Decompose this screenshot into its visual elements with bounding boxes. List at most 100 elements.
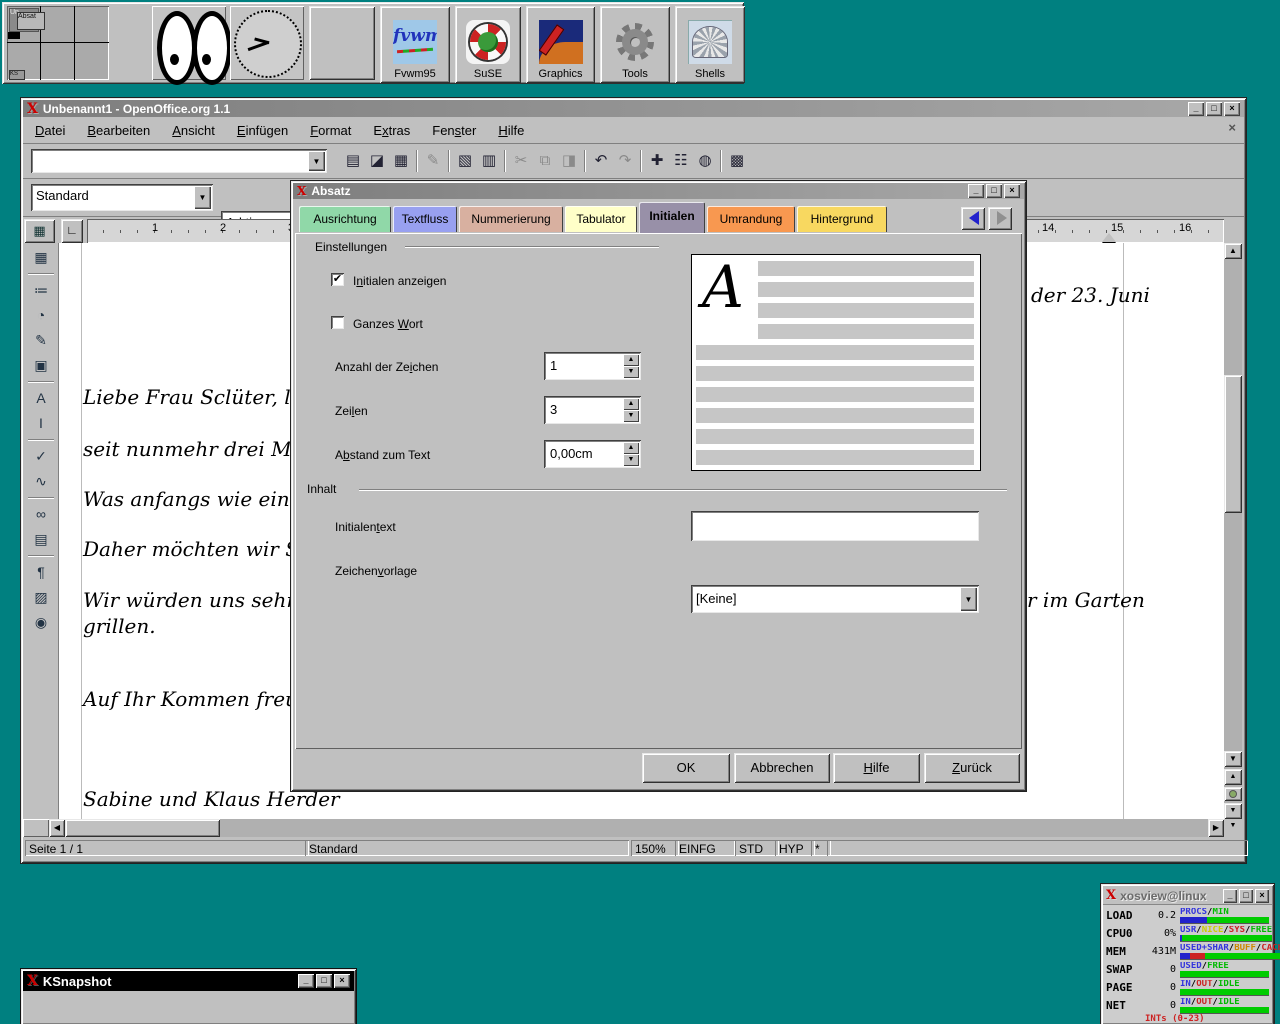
scroll-down-icon[interactable]: ▼ [1224, 751, 1242, 767]
open-icon[interactable]: ◪ [365, 149, 389, 173]
maximize-button[interactable]: □ [1206, 102, 1222, 116]
paragraph-style-combobox[interactable]: Standard ▼ [31, 184, 213, 211]
pager-mini-window-absatz[interactable]: Absat [17, 12, 45, 30]
fvwm-pager[interactable]: Un Absat KS [7, 6, 109, 80]
close-button[interactable]: × [1004, 184, 1020, 198]
cut-icon[interactable]: ✂ [509, 149, 533, 173]
spin-down-icon[interactable]: ▼ [623, 410, 639, 422]
maximize-button[interactable]: □ [1239, 889, 1253, 903]
autotext-icon[interactable]: A [27, 386, 55, 411]
spellcheck-icon[interactable]: ✓ [27, 444, 55, 469]
next-page-icon[interactable]: ▼▼ [1224, 803, 1242, 819]
launcher-suse[interactable]: SuSE [455, 6, 521, 83]
direct-cursor-icon[interactable]: I [27, 411, 55, 436]
menu-einfgen[interactable]: Einfügen [233, 121, 292, 140]
horizontal-scrollbar-thumb[interactable] [65, 819, 220, 837]
hyperlink-icon[interactable]: ◍ [693, 149, 717, 173]
whole-word-checkbox[interactable] [331, 316, 344, 329]
tab-scroll-right-button[interactable] [988, 207, 1012, 230]
ruler-corner-table-icon[interactable]: ▦ [24, 219, 55, 243]
right-indent-marker[interactable] [1102, 226, 1116, 242]
menu-format[interactable]: Format [306, 121, 355, 140]
document-text-line[interactable]: r im Garten [1027, 588, 1145, 612]
lines-spinner[interactable]: 3 ▲ ▼ [544, 396, 641, 424]
status-hyperlink-mode[interactable]: HYP [775, 840, 815, 856]
launcher-fvwm95[interactable]: fvwmFvwm95 [380, 6, 450, 83]
new-document-icon[interactable]: ▤ [341, 149, 365, 173]
horizontal-scrollbar[interactable]: ◀ ▶ [23, 819, 1224, 837]
tab-hintergrund[interactable]: Hintergrund [797, 206, 887, 232]
data-sources-icon[interactable]: ▤ [27, 527, 55, 552]
scroll-left-icon[interactable]: ◀ [49, 819, 65, 837]
char-style-combobox[interactable]: [Keine] ▼ [691, 585, 979, 613]
form-functions-icon[interactable]: ▣ [27, 353, 55, 378]
maximize-button[interactable]: □ [986, 184, 1002, 198]
tab-ausrichtung[interactable]: Ausrichtung [299, 206, 391, 232]
redo-icon[interactable]: ↷ [613, 149, 637, 173]
gallery-icon[interactable]: ▩ [725, 149, 749, 173]
minimize-button[interactable]: _ [1188, 102, 1204, 116]
chevron-down-icon[interactable]: ▼ [960, 587, 977, 611]
close-button[interactable]: × [334, 974, 350, 988]
vertical-scrollbar-thumb[interactable] [1224, 375, 1242, 513]
stylist-icon[interactable]: ☷ [669, 149, 693, 173]
vertical-scrollbar[interactable]: ▲ ▼ ▲▲ ▼▼ [1224, 243, 1242, 819]
status-template[interactable]: Standard [305, 840, 629, 856]
tab-textfluss[interactable]: Textfluss [393, 206, 457, 232]
spin-up-icon[interactable]: ▲ [623, 398, 639, 410]
abbrechen-button[interactable]: Abbrechen [734, 753, 830, 783]
zurck-button[interactable]: Zurück [924, 753, 1020, 783]
tab-tabulator[interactable]: Tabulator [565, 206, 637, 232]
document-text-line[interactable]: grillen. [83, 614, 156, 638]
distance-spinner[interactable]: 0,00cm ▲ ▼ [544, 440, 641, 468]
navigation-dot-button[interactable] [1224, 787, 1242, 801]
print-icon[interactable]: ▥ [477, 149, 501, 173]
paste-icon[interactable]: ◨ [557, 149, 581, 173]
menu-datei[interactable]: Datei [31, 121, 69, 140]
tab-scroll-left-button[interactable] [961, 207, 985, 230]
status-zoom[interactable]: 150% [631, 840, 679, 856]
spin-up-icon[interactable]: ▲ [623, 442, 639, 454]
pager-mini-window-ksnapshot[interactable]: KS [9, 70, 25, 80]
insert-object-icon[interactable]: ◔ [27, 303, 55, 328]
launcher-tools[interactable]: Tools [600, 6, 670, 83]
show-dropcaps-checkbox[interactable]: ✔ [331, 273, 344, 286]
undo-icon[interactable]: ↶ [589, 149, 613, 173]
insert-fields-icon[interactable]: ≔ [27, 278, 55, 303]
xosview-titlebar[interactable]: X xosview@linux _ □ × [1103, 886, 1272, 905]
spin-down-icon[interactable]: ▼ [623, 454, 639, 466]
hilfe-button[interactable]: Hilfe [833, 753, 920, 783]
spin-down-icon[interactable]: ▼ [623, 366, 639, 378]
chevron-down-icon[interactable]: ▼ [308, 151, 325, 171]
menu-extras[interactable]: Extras [369, 121, 414, 140]
online-layout-icon[interactable]: ◉ [27, 610, 55, 635]
close-button[interactable]: × [1224, 102, 1240, 116]
num-chars-spinner[interactable]: 1 ▲ ▼ [544, 352, 641, 380]
menu-ansicht[interactable]: Ansicht [168, 121, 219, 140]
pager-mini-window-small[interactable] [8, 32, 20, 39]
menu-hilfe[interactable]: Hilfe [494, 121, 528, 140]
dropcap-text-input[interactable] [691, 511, 979, 541]
navigator-icon[interactable]: ✚ [645, 149, 669, 173]
document-as-email-icon[interactable]: ▧ [453, 149, 477, 173]
ksnapshot-titlebar[interactable]: X KSnapshot _ □ × [23, 971, 354, 991]
graphics-toggle-icon[interactable]: ▨ [27, 585, 55, 610]
writer-titlebar[interactable]: X Unbenannt1 - OpenOffice.org 1.1 _ □ × [23, 100, 1244, 117]
scroll-right-icon[interactable]: ▶ [1208, 819, 1224, 837]
menu-bearbeiten[interactable]: Bearbeiten [83, 121, 154, 140]
status-page[interactable]: Seite 1 / 1 [25, 840, 309, 856]
tab-umrandung[interactable]: Umrandung [707, 206, 795, 232]
tab-type-button[interactable]: ∟ [61, 219, 83, 243]
url-combobox[interactable]: ▼ [31, 149, 327, 173]
minimize-button[interactable]: _ [298, 974, 314, 988]
minimize-button[interactable]: _ [1223, 889, 1237, 903]
close-document-button[interactable]: × [1228, 120, 1236, 135]
status-selection-mode[interactable]: STD [735, 840, 779, 856]
save-icon[interactable]: ▦ [389, 149, 413, 173]
tab-initialen[interactable]: Initialen [639, 202, 705, 233]
nonprinting-characters-icon[interactable]: ¶ [27, 560, 55, 585]
copy-icon[interactable]: ⧉ [533, 149, 557, 173]
autospellcheck-icon[interactable]: ∿ [27, 469, 55, 494]
scroll-up-icon[interactable]: ▲ [1224, 243, 1242, 259]
insert-table-icon[interactable]: ▦ [27, 245, 55, 270]
